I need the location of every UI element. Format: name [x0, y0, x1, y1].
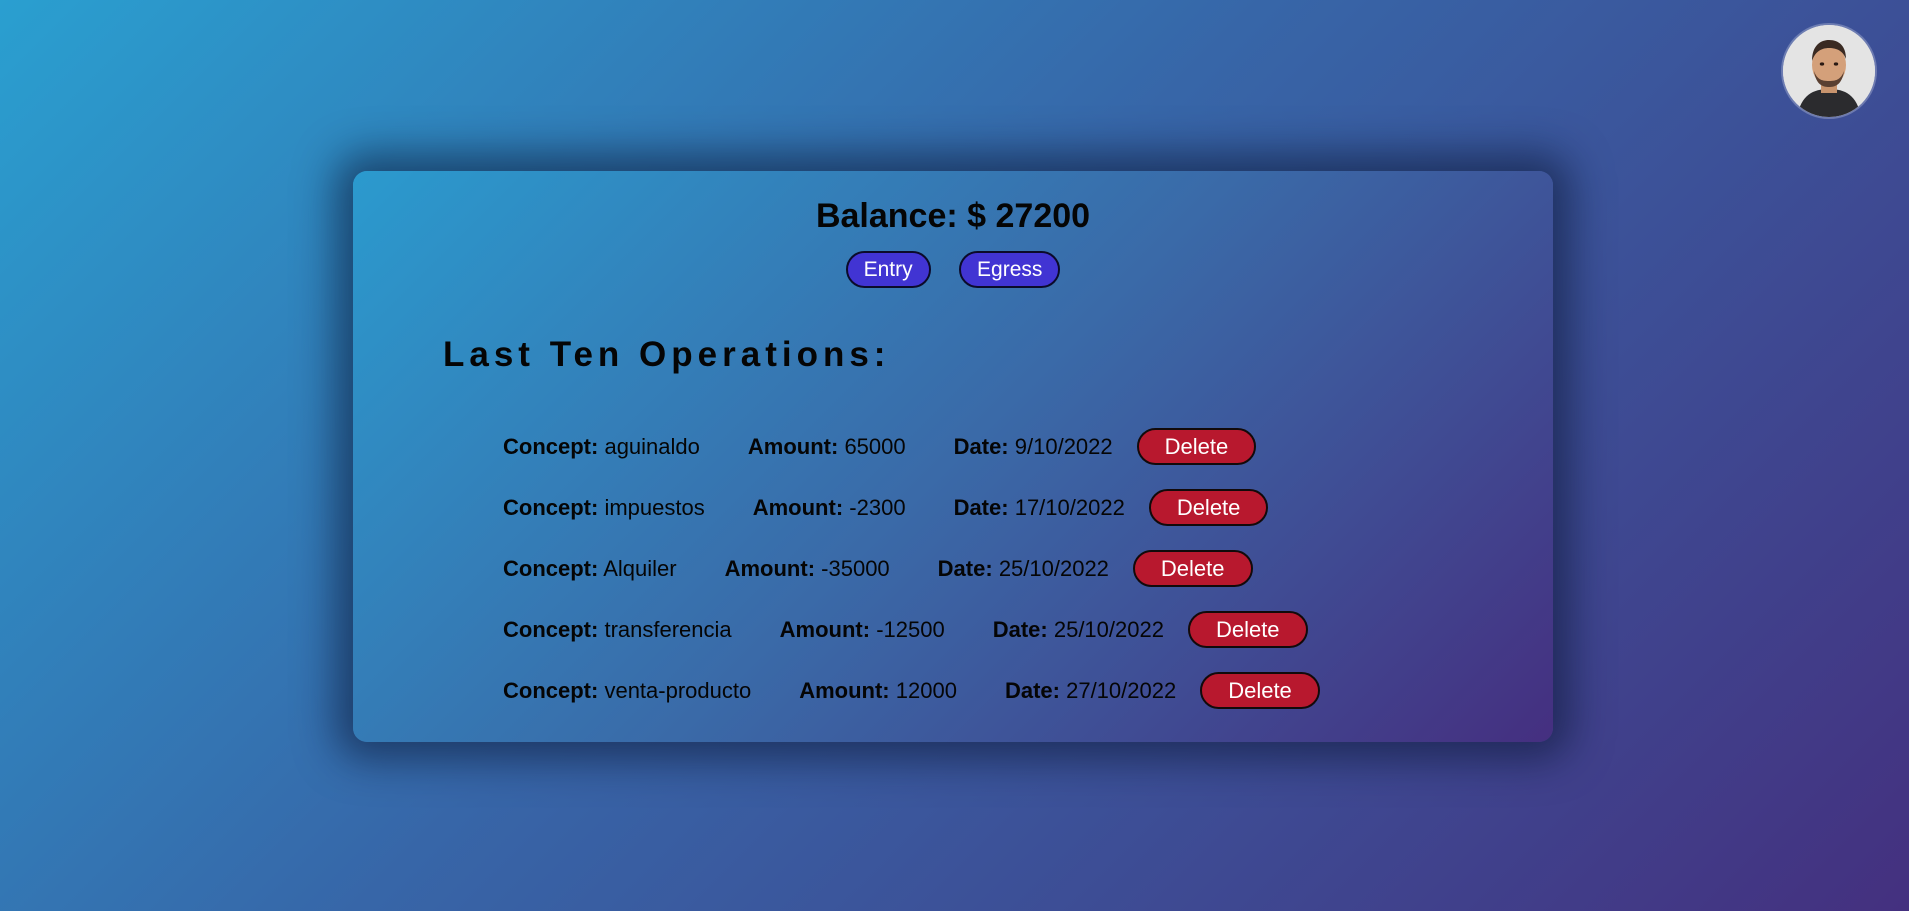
- amount-label: Amount:: [752, 494, 844, 520]
- date-label: Date:: [953, 494, 1009, 520]
- balance-value: $ 27200: [967, 197, 1091, 235]
- delete-button[interactable]: Delete: [1136, 428, 1257, 465]
- date-value: 17/10/2022: [1014, 494, 1125, 520]
- date-field: Date: 27/10/2022: [1005, 678, 1176, 704]
- amount-field: Amount: -2300: [753, 495, 906, 521]
- concept-label: Concept:: [503, 494, 599, 520]
- date-value: 25/10/2022: [1053, 616, 1164, 642]
- egress-button[interactable]: Egress: [959, 251, 1061, 288]
- date-value: 27/10/2022: [1066, 677, 1177, 703]
- concept-label: Concept:: [503, 616, 599, 642]
- balance-heading: Balance: $ 27200: [353, 193, 1553, 239]
- action-buttons: Entry Egress: [353, 251, 1553, 288]
- amount-label: Amount:: [747, 433, 839, 459]
- entry-button[interactable]: Entry: [845, 251, 931, 288]
- date-label: Date:: [992, 616, 1048, 642]
- date-label: Date:: [953, 433, 1009, 459]
- amount-label: Amount:: [724, 555, 816, 581]
- amount-value: -2300: [849, 494, 906, 520]
- balance-label: Balance:: [815, 197, 958, 235]
- concept-field: Concept: venta-producto: [503, 678, 751, 704]
- delete-button[interactable]: Delete: [1187, 611, 1308, 648]
- profile-avatar[interactable]: [1783, 25, 1875, 117]
- operations-list: Concept: aguinaldo Amount: 65000 Date: 9…: [503, 416, 1320, 721]
- date-label: Date:: [937, 555, 993, 581]
- concept-label: Concept:: [503, 677, 599, 703]
- operation-row: Concept: venta-producto Amount: 12000 Da…: [503, 660, 1320, 721]
- concept-value: Alquiler: [603, 555, 677, 581]
- user-avatar-icon: [1783, 25, 1875, 117]
- balance-card: Balance: $ 27200 Entry Egress Last Ten O…: [353, 171, 1553, 742]
- concept-label: Concept:: [503, 555, 599, 581]
- date-field: Date: 17/10/2022: [954, 495, 1125, 521]
- delete-button[interactable]: Delete: [1132, 550, 1253, 587]
- concept-value: aguinaldo: [604, 433, 700, 459]
- amount-value: 65000: [844, 433, 906, 459]
- amount-value: 12000: [895, 677, 957, 703]
- operation-row: Concept: transferencia Amount: -12500 Da…: [503, 599, 1320, 660]
- delete-button[interactable]: Delete: [1200, 672, 1320, 709]
- amount-label: Amount:: [779, 616, 871, 642]
- concept-field: Concept: impuestos: [503, 495, 705, 521]
- amount-value: -12500: [876, 616, 945, 642]
- operation-row: Concept: Alquiler Amount: -35000 Date: 2…: [503, 538, 1320, 599]
- amount-field: Amount: -35000: [725, 556, 890, 582]
- concept-value: venta-producto: [604, 677, 752, 703]
- operation-row: Concept: aguinaldo Amount: 65000 Date: 9…: [503, 416, 1320, 477]
- date-field: Date: 25/10/2022: [993, 617, 1164, 643]
- delete-button[interactable]: Delete: [1148, 489, 1269, 526]
- concept-field: Concept: transferencia: [503, 617, 732, 643]
- date-field: Date: 25/10/2022: [938, 556, 1109, 582]
- amount-field: Amount: 12000: [799, 678, 957, 704]
- amount-label: Amount:: [799, 677, 890, 703]
- date-value: 9/10/2022: [1014, 433, 1113, 459]
- concept-label: Concept:: [503, 433, 599, 459]
- date-label: Date:: [1004, 677, 1060, 703]
- date-value: 25/10/2022: [998, 555, 1109, 581]
- concept-field: Concept: aguinaldo: [503, 434, 700, 460]
- concept-value: impuestos: [604, 494, 705, 520]
- date-field: Date: 9/10/2022: [954, 434, 1113, 460]
- amount-field: Amount: -12500: [780, 617, 945, 643]
- amount-field: Amount: 65000: [748, 434, 906, 460]
- concept-field: Concept: Alquiler: [503, 556, 677, 582]
- operation-row: Concept: impuestos Amount: -2300 Date: 1…: [503, 477, 1320, 538]
- amount-value: -35000: [821, 555, 890, 581]
- concept-value: transferencia: [604, 616, 732, 642]
- operations-title: Last Ten Operations:: [443, 335, 891, 374]
